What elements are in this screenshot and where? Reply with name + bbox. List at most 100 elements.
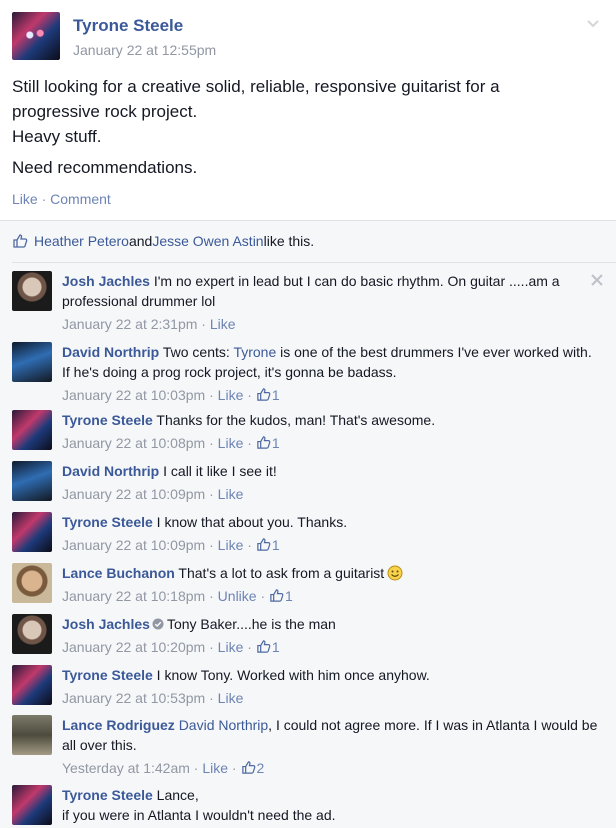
post-message: Still looking for a creative solid, reli…	[12, 74, 602, 180]
comment-author[interactable]: Tyrone Steele	[62, 787, 153, 803]
avatar[interactable]	[12, 715, 52, 755]
comment-body: David Northrip Two cents: Tyrone is one …	[62, 342, 600, 405]
close-icon[interactable]	[590, 273, 604, 287]
comment-meta: January 22 at 10:03pm · Like · 1	[62, 387, 280, 403]
comment-body: Tyrone Steele Thanks for the kudos, man!…	[62, 410, 600, 453]
like-count[interactable]: 1	[285, 588, 293, 604]
comment-like-link[interactable]: Like	[210, 316, 236, 332]
like-count[interactable]: 2	[257, 760, 265, 776]
comment-meta: January 22 at 10:53pm · Like	[62, 690, 244, 706]
divider	[12, 262, 616, 263]
thumbs-up-icon	[257, 538, 271, 551]
comment-body: Tyrone Steele I know that about you. Tha…	[62, 512, 600, 555]
comment-time[interactable]: January 22 at 10:20pm	[62, 639, 205, 655]
post-text-line: Need recommendations.	[12, 158, 198, 177]
comment-author[interactable]: Josh Jachles	[62, 616, 150, 632]
comment-text: I know that about you. Thanks.	[152, 514, 348, 530]
comment-text: Thanks for the kudos, man! That's awesom…	[152, 412, 436, 428]
comment-time[interactable]: January 22 at 2:31pm	[62, 316, 197, 332]
comment-meta: January 22 at 10:20pm · Like · 1	[62, 639, 280, 655]
comments-section: Heather Petero and Jesse Owen Astin like…	[0, 220, 616, 828]
likes-suffix: like this.	[263, 233, 315, 249]
comment-like-link[interactable]: Like	[218, 486, 244, 502]
mention-link[interactable]: David Northrip	[179, 717, 268, 733]
comment-author[interactable]: Josh Jachles	[62, 273, 150, 289]
comment-body: Tyrone Steele I know Tony. Worked with h…	[62, 665, 600, 708]
comment-meta: Yesterday at 1:42am · Like · 2	[62, 760, 265, 776]
likes-summary: Heather Petero and Jesse Owen Astin like…	[12, 233, 314, 249]
thumbs-up-icon	[257, 640, 271, 653]
comment-text: I know Tony. Worked with him once anyhow…	[152, 667, 430, 683]
comment-text: I call it like I see it!	[159, 463, 277, 479]
comment-time[interactable]: January 22 at 10:09pm	[62, 486, 205, 502]
comment-author[interactable]: Lance Rodriguez	[62, 717, 175, 733]
avatar[interactable]	[12, 785, 52, 825]
thumbs-up-icon	[13, 234, 28, 248]
liker-link[interactable]: Jesse Owen Astin	[152, 233, 263, 249]
mention-link[interactable]: Tyrone	[233, 344, 276, 360]
avatar[interactable]	[12, 342, 52, 382]
comment-text: if you were in Atlanta I wouldn't need t…	[62, 807, 336, 823]
comment-body: David Northrip I call it like I see it! …	[62, 461, 600, 504]
avatar[interactable]	[12, 512, 52, 552]
comment-time[interactable]: January 22 at 10:09pm	[62, 537, 205, 553]
check-circle-icon	[152, 618, 164, 630]
comment-time[interactable]: January 22 at 10:03pm	[62, 387, 205, 403]
comment-author[interactable]: Tyrone Steele	[62, 412, 153, 428]
comment-author[interactable]: David Northrip	[62, 344, 159, 360]
like-post-link[interactable]: Like	[12, 191, 38, 207]
comment-post-link[interactable]: Comment	[50, 191, 111, 207]
comment-body: Lance Buchanon That's a lot to ask from …	[62, 563, 600, 606]
comment-like-link[interactable]: Like	[218, 435, 244, 451]
comment-like-link[interactable]: Like	[202, 760, 228, 776]
post-text-line: Heavy stuff.	[12, 127, 102, 146]
comment-like-link[interactable]: Like	[218, 537, 244, 553]
post-actions: Like · Comment	[12, 191, 111, 207]
like-count[interactable]: 1	[272, 435, 280, 451]
comment-author[interactable]: Lance Buchanon	[62, 565, 175, 581]
comment-time[interactable]: Yesterday at 1:42am	[62, 760, 190, 776]
post-author-name[interactable]: Tyrone Steele	[73, 16, 183, 36]
comment-text: That's a lot to ask from a guitarist	[174, 565, 385, 581]
comment-like-link[interactable]: Like	[218, 639, 244, 655]
comment-unlike-link[interactable]: Unlike	[218, 588, 257, 604]
comment-author[interactable]: David Northrip	[62, 463, 159, 479]
comment-meta: January 22 at 2:31pm · Like	[62, 316, 236, 332]
author-avatar[interactable]	[12, 12, 60, 60]
avatar[interactable]	[12, 563, 52, 603]
comment-meta: January 22 at 10:08pm · Like · 1	[62, 435, 280, 451]
comment-time[interactable]: January 22 at 10:18pm	[62, 588, 205, 604]
like-count[interactable]: 1	[272, 639, 280, 655]
comment-time[interactable]: January 22 at 10:53pm	[62, 690, 205, 706]
post-text-line: Still looking for a creative solid, reli…	[12, 77, 500, 96]
avatar[interactable]	[12, 614, 52, 654]
liker-link[interactable]: Heather Petero	[34, 233, 129, 249]
post-text-line: progressive rock project.	[12, 102, 198, 121]
like-count[interactable]: 1	[272, 387, 280, 403]
comment-like-link[interactable]: Like	[218, 690, 244, 706]
comment-text: Lance,	[152, 787, 199, 803]
comment-like-link[interactable]: Like	[218, 387, 244, 403]
comment-meta: January 22 at 10:09pm · Like · 1	[62, 537, 280, 553]
thumbs-up-icon	[241, 761, 255, 774]
comment-body: Josh Jachles I'm no expert in lead but I…	[62, 271, 600, 334]
comment-time[interactable]: January 22 at 10:08pm	[62, 435, 205, 451]
comment-author[interactable]: Tyrone Steele	[62, 667, 153, 683]
avatar[interactable]	[12, 410, 52, 450]
comment-body: Lance Rodriguez David Northrip, I could …	[62, 715, 600, 778]
comment-meta: January 22 at 10:09pm · Like	[62, 486, 244, 502]
comment-author[interactable]: Tyrone Steele	[62, 514, 153, 530]
chevron-down-icon[interactable]	[584, 14, 602, 32]
news-feed-post: Tyrone Steele January 22 at 12:55pm Stil…	[0, 0, 616, 828]
comment-body: Tyrone Steele Lance, if you were in Atla…	[62, 785, 600, 825]
separator-dot: ·	[37, 191, 51, 207]
like-count[interactable]: 1	[272, 537, 280, 553]
thumbs-up-icon	[257, 436, 271, 449]
thumbs-up-icon	[257, 388, 271, 401]
post-header: Tyrone Steele January 22 at 12:55pm	[12, 12, 602, 60]
post-timestamp[interactable]: January 22 at 12:55pm	[73, 42, 216, 58]
likes-and: and	[128, 233, 153, 249]
avatar[interactable]	[12, 271, 52, 311]
avatar[interactable]	[12, 665, 52, 705]
avatar[interactable]	[12, 461, 52, 501]
